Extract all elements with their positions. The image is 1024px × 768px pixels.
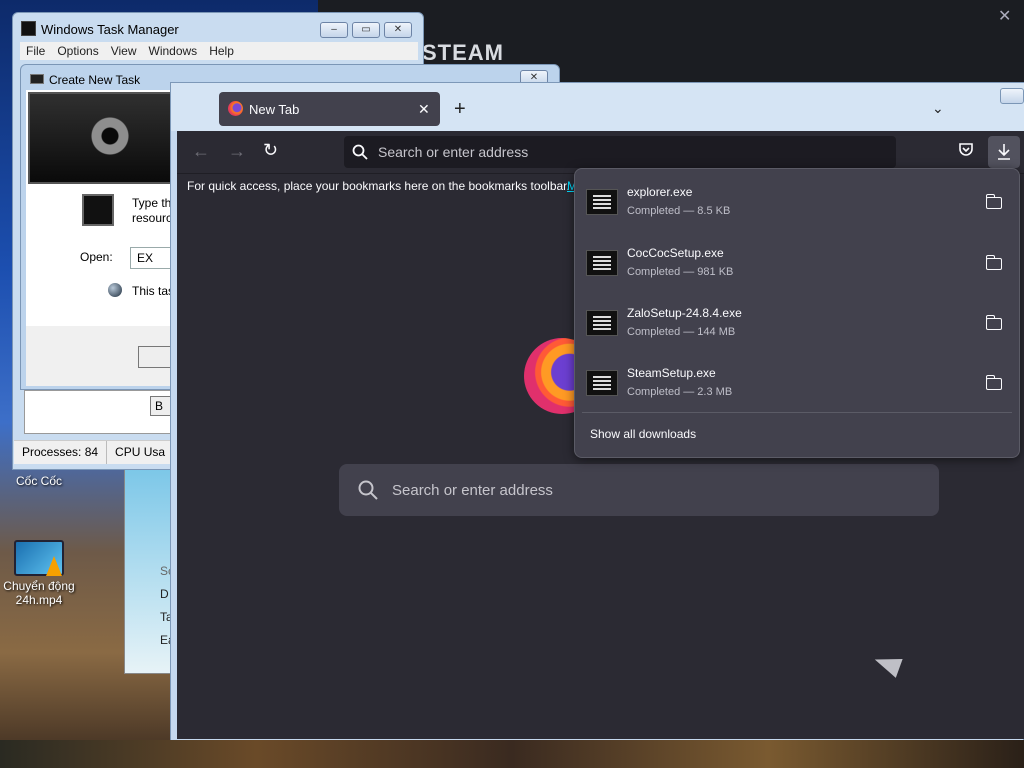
open-folder-icon[interactable]: [985, 255, 1002, 270]
steam-logo: STEAM: [422, 40, 504, 65]
download-status: Completed — 2.3 MB: [627, 386, 733, 398]
back-icon[interactable]: ←: [192, 141, 210, 162]
vlc-cone-icon: [46, 556, 62, 576]
download-item[interactable]: ZaloSetup-24.8.4.exe Completed — 144 MB: [586, 302, 1006, 356]
reload-icon[interactable]: ↻: [263, 140, 278, 161]
dialog-prompt-line1: Type th: [132, 196, 172, 210]
download-name: CocCocSetup.exe: [627, 246, 724, 260]
desktop-icon-coccoc-label[interactable]: Cốc Cốc: [8, 474, 70, 488]
search-icon: [352, 144, 368, 160]
download-status: Completed — 8.5 KB: [627, 205, 731, 217]
home-search-icon: [358, 480, 378, 500]
url-placeholder[interactable]: Search or enter address: [378, 144, 528, 160]
close-button[interactable]: ✕: [384, 22, 412, 38]
download-status: Completed — 981 KB: [627, 266, 734, 278]
downloads-button[interactable]: [988, 136, 1020, 168]
menu-options[interactable]: Options: [51, 42, 104, 60]
desktop-icon-video-label[interactable]: Chuyển động 24h.mp4: [0, 579, 78, 607]
open-folder-icon[interactable]: [985, 315, 1002, 330]
file-icon: [586, 370, 618, 396]
new-tab-button[interactable]: +: [454, 98, 466, 121]
download-name: explorer.exe: [627, 185, 693, 199]
menu-view[interactable]: View: [105, 42, 143, 60]
download-status: Completed — 144 MB: [627, 326, 736, 338]
open-folder-icon[interactable]: [985, 194, 1002, 209]
desktop-wallpaper-strip: [0, 740, 1024, 768]
minimize-button[interactable]: –: [320, 22, 348, 38]
download-name: ZaloSetup-24.8.4.exe: [627, 306, 742, 320]
open-folder-icon[interactable]: [985, 375, 1002, 390]
background-window-text: D: [160, 587, 169, 601]
ok-button[interactable]: [138, 346, 174, 368]
download-item[interactable]: SteamSetup.exe Completed — 2.3 MB: [586, 362, 1006, 416]
list-all-tabs-icon[interactable]: ⌄: [932, 100, 944, 117]
task-manager-menubar: File Options View Windows Help: [20, 42, 418, 60]
maximize-button[interactable]: ▭: [352, 22, 380, 38]
dialog-title: Create New Task: [49, 73, 141, 87]
menu-windows[interactable]: Windows: [143, 42, 204, 60]
gear-icon: [86, 112, 134, 160]
forward-icon[interactable]: →: [228, 141, 246, 162]
file-icon: [586, 189, 618, 215]
dialog-app-icon: [30, 74, 44, 84]
menu-help[interactable]: Help: [203, 42, 240, 60]
status-cpu: CPU Usa: [107, 441, 175, 464]
steam-close-button[interactable]: ✕: [998, 6, 1011, 26]
monitor-icon: [82, 194, 114, 226]
download-icon: [998, 144, 1010, 160]
tab-title: New Tab: [249, 102, 300, 117]
status-processes: Processes: 84: [14, 441, 108, 464]
file-icon: [586, 310, 618, 336]
download-name: SteamSetup.exe: [627, 366, 716, 380]
menu-file[interactable]: File: [20, 42, 51, 60]
download-item[interactable]: explorer.exe Completed — 8.5 KB: [586, 181, 1006, 235]
show-all-downloads-link[interactable]: Show all downloads: [590, 427, 696, 441]
dialog-prompt-line2: resourc: [132, 211, 173, 225]
tab-close-icon[interactable]: ✕: [418, 101, 430, 118]
pocket-icon[interactable]: [958, 141, 974, 157]
firefox-icon: [228, 101, 243, 116]
admin-note: This tas: [132, 284, 175, 298]
task-manager-title: Windows Task Manager: [41, 22, 179, 37]
bookmarks-hint: For quick access, place your bookmarks h…: [187, 179, 570, 193]
shield-icon: [108, 283, 122, 297]
home-search-placeholder[interactable]: Search or enter address: [392, 482, 553, 499]
open-label: Open:: [80, 250, 113, 264]
file-icon: [586, 250, 618, 276]
task-manager-app-icon: [21, 21, 36, 36]
download-item[interactable]: CocCocSetup.exe Completed — 981 KB: [586, 242, 1006, 296]
downloads-separator: [582, 412, 1012, 413]
firefox-restore-button[interactable]: [1000, 88, 1024, 104]
